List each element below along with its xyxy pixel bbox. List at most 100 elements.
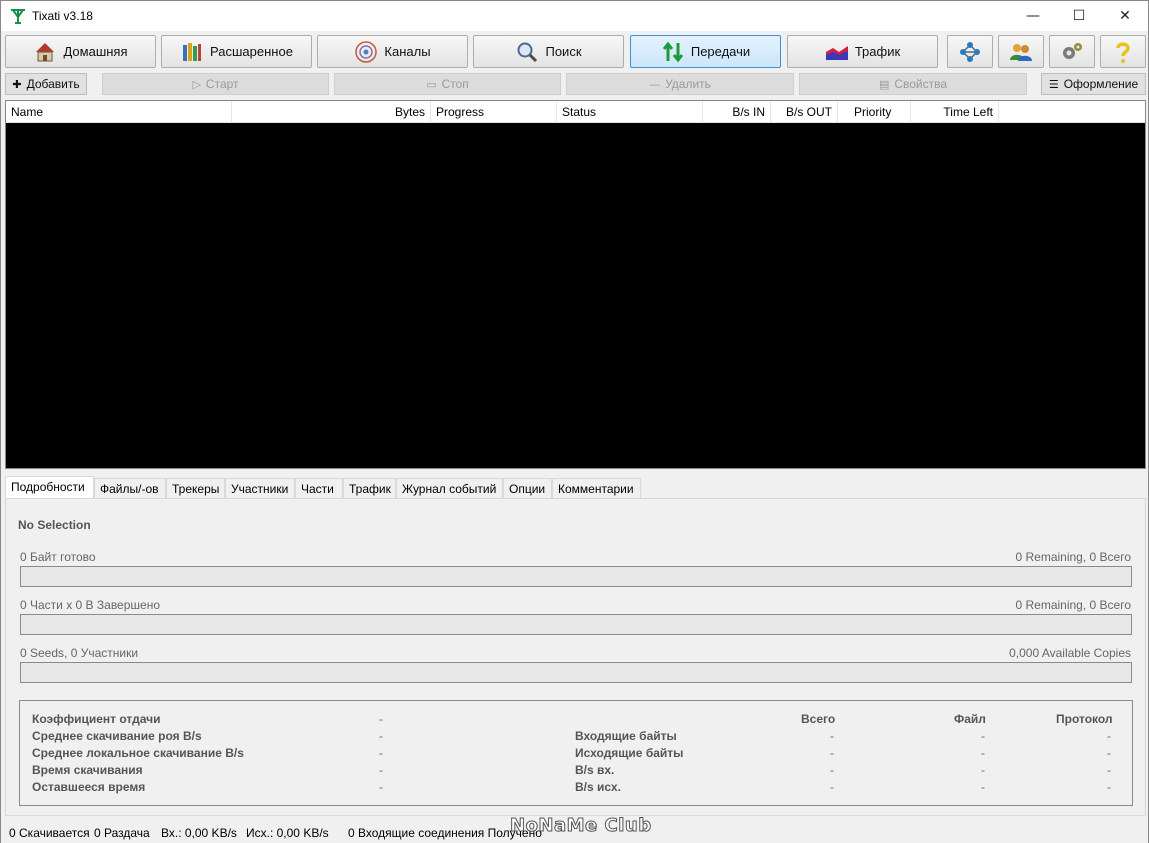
stats-box: Коэффициент отдачи - Среднее скачивание … <box>19 700 1133 806</box>
time-left-value: - <box>379 780 383 794</box>
nav-shared-button[interactable]: Расшаренное <box>161 35 312 68</box>
tab-details[interactable]: Подробности <box>5 476 94 499</box>
nav-transfers-label: Передачи <box>690 44 751 59</box>
status-out-rate: Исх.: 0,00 KB/s <box>246 826 329 840</box>
rate-out-total: - <box>830 780 834 794</box>
nav-help-button[interactable] <box>1100 35 1146 68</box>
network-icon <box>960 41 980 62</box>
rate-out-label: B/s исх. <box>575 780 621 794</box>
column-time-left[interactable]: Time Left <box>911 101 999 123</box>
properties-icon: ▤ <box>878 77 890 91</box>
tab-trackers[interactable]: Трекеры <box>166 478 225 499</box>
column-bs-out[interactable]: B/s OUT <box>771 101 838 123</box>
local-speed-label: Среднее локальное скачивание B/s <box>32 746 244 760</box>
layout-button[interactable]: ☰ Оформление <box>1041 73 1146 95</box>
remove-label: Удалить <box>665 77 711 91</box>
nav-home-button[interactable]: Домашняя <box>5 35 156 68</box>
start-button[interactable]: ▷ Старт <box>102 73 329 95</box>
stop-label: Стоп <box>441 77 469 91</box>
column-bs-in[interactable]: B/s IN <box>703 101 771 123</box>
column-bytes[interactable]: Bytes <box>232 101 431 123</box>
column-progress[interactable]: Progress <box>431 101 557 123</box>
home-icon <box>36 42 55 61</box>
main-toolbar: Домашняя Расшаренное Каналы Поиск Переда… <box>5 35 1146 69</box>
tab-traffic[interactable]: Трафик <box>343 478 396 499</box>
tab-comments[interactable]: Комментарии <box>552 478 641 499</box>
list-header: Name Bytes Progress Status B/s IN B/s OU… <box>6 101 1145 123</box>
bytes-out-total: - <box>830 746 834 760</box>
magnifier-icon <box>517 42 538 62</box>
books-icon <box>183 42 202 61</box>
status-in-rate: Вх.: 0,00 KB/s <box>161 826 237 840</box>
nav-channels-label: Каналы <box>384 44 431 59</box>
tab-files[interactable]: Файлы/-ов <box>94 478 166 499</box>
time-left-label: Оставшееся время <box>32 780 146 794</box>
transfers-list[interactable]: Name Bytes Progress Status B/s IN B/s OU… <box>5 100 1146 469</box>
column-priority[interactable]: Priority <box>838 101 911 123</box>
add-button[interactable]: ✚ Добавить <box>5 73 87 95</box>
layout-label: Оформление <box>1063 77 1139 91</box>
rate-out-file: - <box>981 780 985 794</box>
nav-network-button[interactable] <box>947 35 993 68</box>
tab-pieces[interactable]: Части <box>295 478 343 499</box>
broadcast-icon <box>355 40 378 63</box>
nav-channels-button[interactable]: Каналы <box>317 35 468 68</box>
bytes-out-label: Исходящие байты <box>575 746 684 760</box>
rate-in-protocol: - <box>1107 763 1111 777</box>
bytes-remaining-label: 0 Remaining, 0 Всего <box>1015 550 1131 564</box>
nav-search-label: Поиск <box>545 44 582 59</box>
plus-icon: ✚ <box>12 77 22 91</box>
app-window: Tixati v3.18 — ☐ ✕ Домашняя Расшаренное <box>0 0 1149 843</box>
minimize-button[interactable]: — <box>1010 1 1056 31</box>
bytes-done-label: 0 Байт готово <box>20 550 96 564</box>
nav-home-label: Домашняя <box>63 44 128 59</box>
swarm-speed-value: - <box>379 729 383 743</box>
remove-icon: — <box>649 77 661 91</box>
nav-traffic-button[interactable]: Трафик <box>787 35 938 68</box>
swarm-speed-label: Среднее скачивание роя B/s <box>32 729 202 743</box>
rate-out-protocol: - <box>1107 780 1111 794</box>
maximize-button[interactable]: ☐ <box>1056 1 1102 31</box>
nav-transfers-button[interactable]: Передачи <box>630 35 781 68</box>
action-toolbar: ✚ Добавить ▷ Старт ▭ Стоп — Удалить ▤ Св… <box>5 73 1146 95</box>
tab-peers[interactable]: Участники <box>225 478 295 499</box>
layout-icon: ☰ <box>1048 77 1059 91</box>
bytes-in-protocol: - <box>1107 729 1111 743</box>
bytes-in-file: - <box>981 729 985 743</box>
bytes-out-protocol: - <box>1107 746 1111 760</box>
stats-header-total: Всего <box>801 712 836 726</box>
bytes-in-total: - <box>830 729 834 743</box>
details-panel: No Selection 0 Байт готово 0 Remaining, … <box>5 498 1146 816</box>
users-icon <box>1010 43 1032 61</box>
local-speed-value: - <box>379 746 383 760</box>
bytes-in-label: Входящие байты <box>575 729 677 743</box>
pieces-progress-bar <box>20 614 1132 635</box>
pieces-done-label: 0 Части x 0 В Завершено <box>20 598 161 612</box>
nav-shared-label: Расшаренное <box>210 44 293 59</box>
properties-button[interactable]: ▤ Свойства <box>799 73 1027 95</box>
play-icon: ▷ <box>192 77 201 91</box>
nav-search-button[interactable]: Поиск <box>473 35 624 68</box>
availability-bar <box>20 662 1132 683</box>
close-button[interactable]: ✕ <box>1102 1 1148 31</box>
rate-in-file: - <box>981 763 985 777</box>
stats-header-file: Файл <box>954 712 986 726</box>
bytes-out-file: - <box>981 746 985 760</box>
status-downloading: 0 Скачивается <box>9 826 90 840</box>
transfer-arrows-icon <box>662 41 684 62</box>
bytes-progress-bar <box>20 566 1132 587</box>
download-time-value: - <box>379 763 383 777</box>
column-name[interactable]: Name <box>6 101 232 123</box>
nav-users-button[interactable] <box>998 35 1044 68</box>
stats-header-protocol: Протокол <box>1056 712 1113 726</box>
stop-button[interactable]: ▭ Стоп <box>334 73 561 95</box>
watermark-logo: NoNaMe Club <box>510 815 652 837</box>
tixati-logo-icon <box>11 9 25 24</box>
selection-title: No Selection <box>18 518 91 532</box>
column-status[interactable]: Status <box>557 101 703 123</box>
nav-settings-button[interactable] <box>1049 35 1095 68</box>
remove-button[interactable]: — Удалить <box>566 73 794 95</box>
tab-event-log[interactable]: Журнал событий <box>396 478 503 499</box>
gears-icon <box>1063 42 1082 59</box>
tab-options[interactable]: Опции <box>503 478 552 499</box>
